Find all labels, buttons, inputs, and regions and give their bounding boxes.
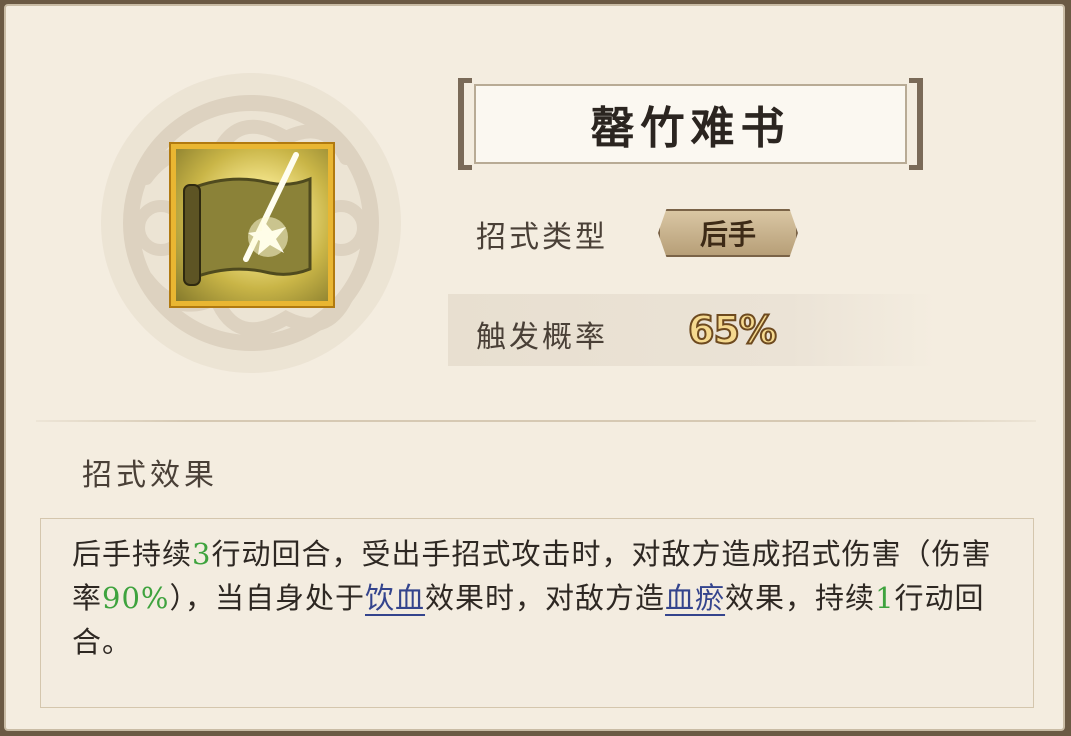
title-bracket-right	[909, 78, 923, 170]
type-value: 后手	[699, 218, 756, 251]
highlight-number: 90%	[102, 581, 170, 615]
type-badge: 后手	[658, 209, 798, 257]
probability-value: 65%	[687, 307, 778, 353]
highlight-number: 3	[192, 537, 212, 571]
effect-text-segment: ），当自身处于	[169, 581, 365, 615]
section-divider	[36, 420, 1036, 422]
effect-text-segment: 后手持续	[72, 537, 193, 571]
skill-title-frame: 罄竹难书	[458, 78, 923, 170]
title-bracket-left	[458, 78, 472, 170]
type-label: 招式类型	[476, 220, 608, 255]
skill-detail-panel: 罄竹难书 招式类型 后手 触发概率 65% 招式效果 后手持续3行动回合，受出手…	[4, 4, 1065, 731]
status-keyword-link[interactable]: 饮血	[365, 581, 425, 615]
highlight-number: 1	[875, 581, 895, 615]
effect-description: 后手持续3行动回合，受出手招式攻击时，对敌方造成招式伤害（伤害率90%），当自身…	[72, 532, 1002, 664]
scroll-strike-icon	[183, 152, 312, 286]
status-keyword-link[interactable]: 血瘀	[665, 581, 725, 615]
effect-heading: 招式效果	[82, 458, 218, 493]
skill-icon[interactable]	[169, 142, 335, 308]
title-box: 罄竹难书	[474, 84, 907, 164]
skill-name: 罄竹难书	[590, 103, 791, 154]
effect-text-segment: 效果时，对敌方造	[425, 581, 666, 615]
probability-label: 触发概率	[476, 320, 608, 355]
effect-text-segment: 效果，持续	[725, 581, 876, 615]
